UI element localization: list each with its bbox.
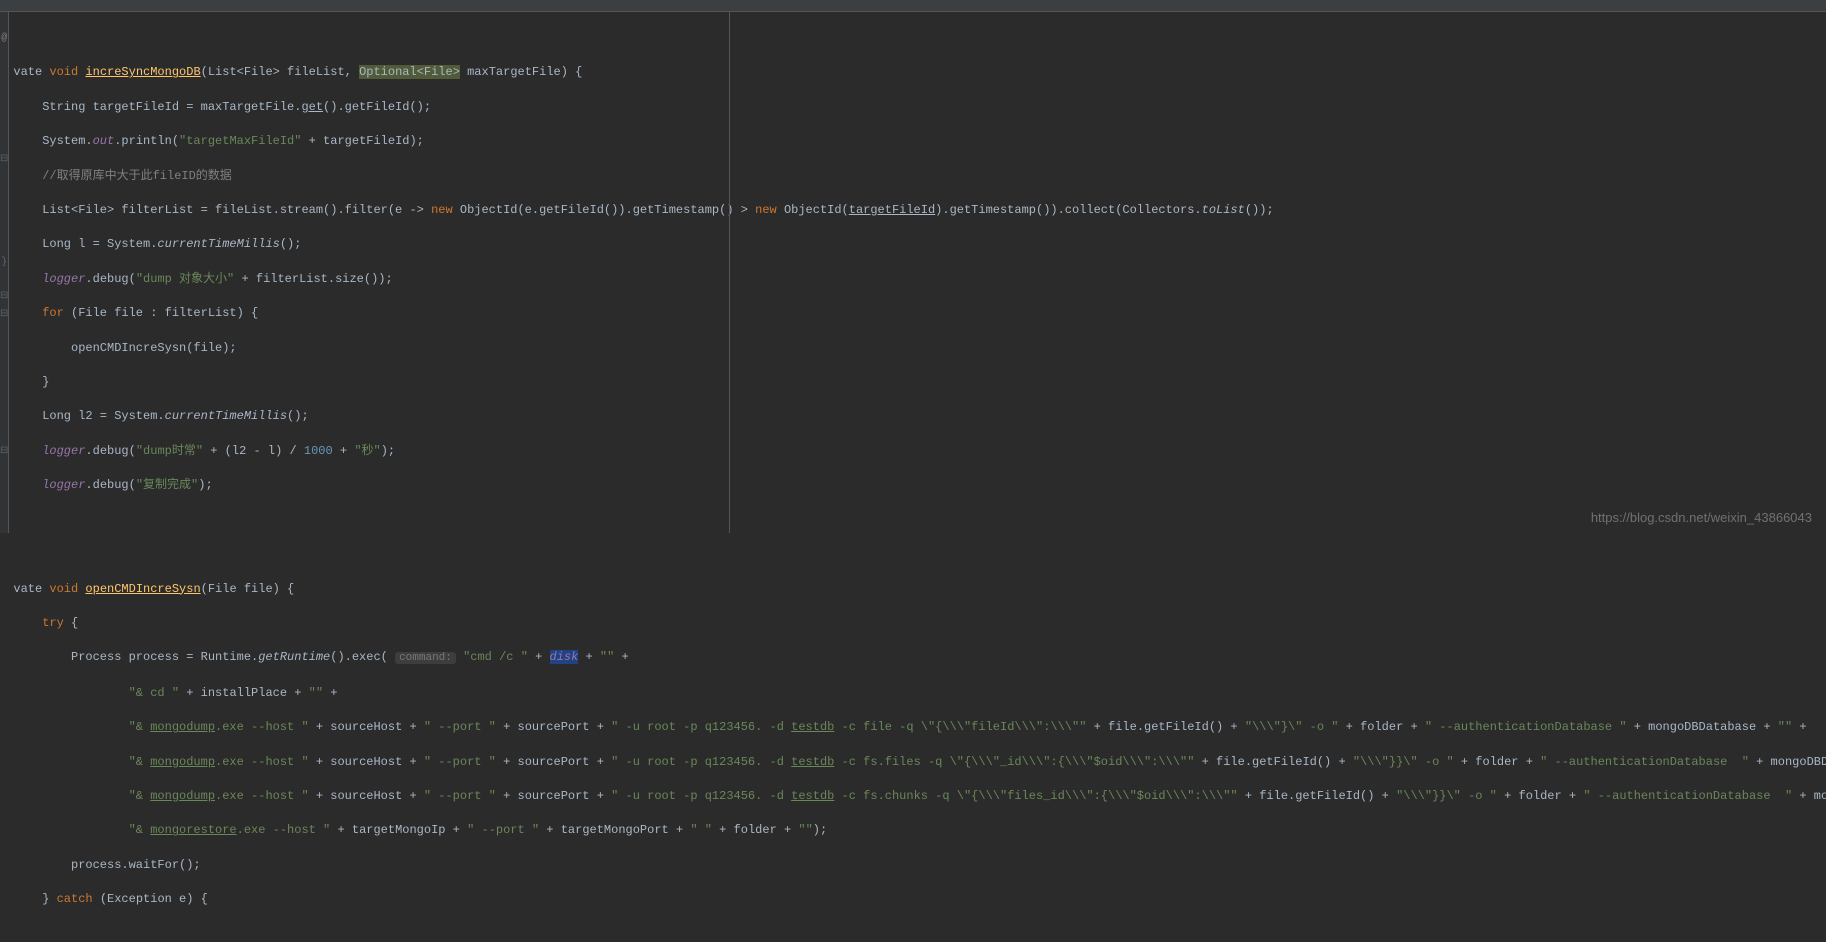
fold-icon[interactable]: ⊟ <box>0 153 8 165</box>
code-line[interactable]: logger.debug("复制完成"); <box>13 477 1826 494</box>
code-line[interactable]: vate void openCMDIncreSysn(File file) { <box>13 581 1826 598</box>
code-line[interactable]: openCMDIncreSysn(file); <box>13 340 1826 357</box>
code-editor[interactable]: vate void increSyncMongoDB(List<File> fi… <box>9 12 1826 533</box>
editor-container: @ ⊟ } ⊟ ⊟ ⊟ vate voi <box>0 12 1826 533</box>
code-line[interactable]: Process process = Runtime.getRuntime().e… <box>13 649 1826 667</box>
code-line[interactable]: "& mongorestore.exe --host " + targetMon… <box>13 822 1826 839</box>
code-line[interactable] <box>13 546 1826 563</box>
editor-toolbar <box>0 0 1826 12</box>
code-line[interactable]: "& mongodump.exe --host " + sourceHost +… <box>13 788 1826 805</box>
code-line[interactable]: //取得原库中大于此fileID的数据 <box>13 168 1826 185</box>
gutter[interactable]: @ ⊟ } ⊟ ⊟ ⊟ <box>0 12 9 533</box>
code-line[interactable]: process.waitFor(); <box>13 857 1826 874</box>
annotation-icon: @ <box>1 33 7 44</box>
fold-close-icon[interactable]: } <box>1 257 7 268</box>
code-line[interactable]: List<File> filterList = fileList.stream(… <box>13 202 1826 219</box>
code-line[interactable]: vate void increSyncMongoDB(List<File> fi… <box>13 64 1826 81</box>
watermark: https://blog.csdn.net/weixin_43866043 <box>1591 510 1812 525</box>
code-line[interactable]: } <box>13 374 1826 391</box>
fold-icon[interactable]: ⊟ <box>0 290 8 302</box>
code-line[interactable]: Long l = System.currentTimeMillis(); <box>13 236 1826 253</box>
code-line[interactable]: "& mongodump.exe --host " + sourceHost +… <box>13 719 1826 736</box>
code-line[interactable]: } catch (Exception e) { <box>13 891 1826 908</box>
code-line[interactable]: Long l2 = System.currentTimeMillis(); <box>13 408 1826 425</box>
fold-icon[interactable]: ⊟ <box>0 445 8 457</box>
code-line[interactable]: "& cd " + installPlace + "" + <box>13 685 1826 702</box>
code-line[interactable]: System.out.println("targetMaxFileId" + t… <box>13 133 1826 150</box>
code-line[interactable]: logger.debug("dump 对象大小" + filterList.si… <box>13 271 1826 288</box>
code-line[interactable] <box>13 512 1826 529</box>
parameter-hint: command: <box>395 652 456 664</box>
code-line[interactable]: String targetFileId = maxTargetFile.get(… <box>13 99 1826 116</box>
code-line[interactable]: logger.debug("dump时常" + (l2 - l) / 1000 … <box>13 443 1826 460</box>
code-line[interactable]: for (File file : filterList) { <box>13 305 1826 322</box>
right-margin-line <box>729 12 730 533</box>
code-line[interactable]: try { <box>13 615 1826 632</box>
code-line[interactable]: "& mongodump.exe --host " + sourceHost +… <box>13 754 1826 771</box>
fold-icon[interactable]: ⊟ <box>0 308 8 320</box>
